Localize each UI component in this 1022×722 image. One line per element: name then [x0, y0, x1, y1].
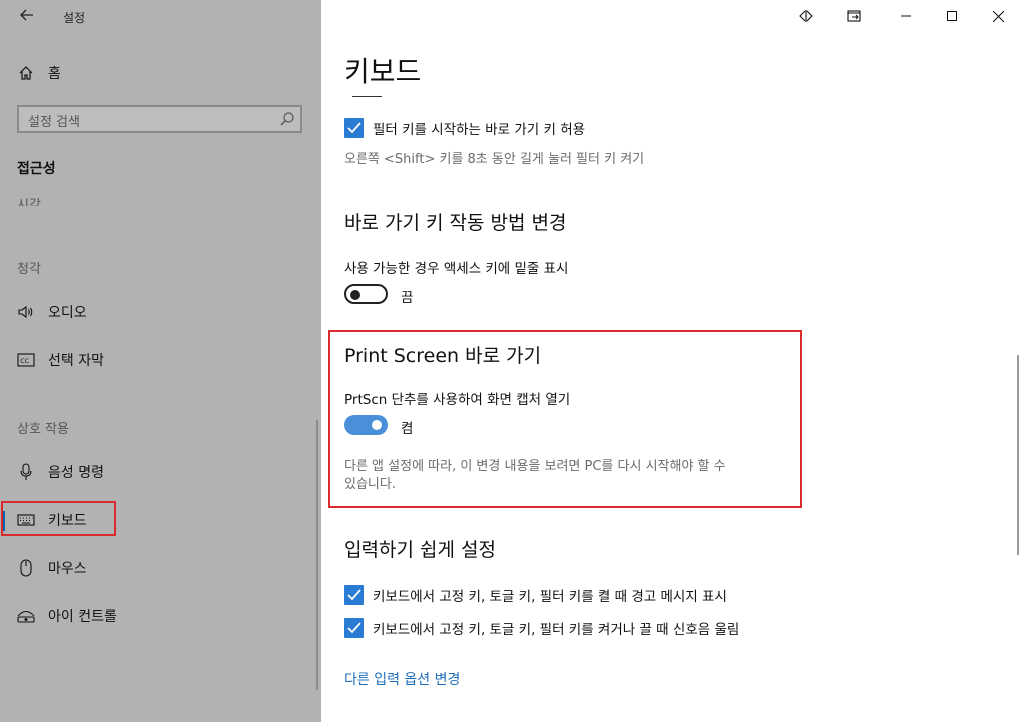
- close-button[interactable]: [974, 0, 1022, 32]
- maximize-icon: [947, 11, 957, 21]
- prtscn-label: PrtScn 단추를 사용하여 화면 캡처 열기: [344, 392, 571, 408]
- search-placeholder: 설정 검색: [28, 115, 80, 130]
- filter-keys-shortcut-checkbox[interactable]: 필터 키를 시작하는 바로 가기 키 허용: [344, 118, 585, 138]
- checkbox-checked[interactable]: [344, 118, 364, 138]
- print-screen-help-line2: 있습니다.: [344, 477, 396, 492]
- microphone-icon: [17, 463, 35, 481]
- search-icon[interactable]: [279, 111, 295, 127]
- print-screen-help-line1: 다른 앱 설정에 따라, 이 변경 내용을 보려면 PC를 다시 시작해야 할 …: [344, 459, 726, 474]
- sidebar-item-label: 오디오: [48, 305, 87, 321]
- sidebar-item-captions[interactable]: CC 선택 자막: [0, 338, 321, 382]
- sidebar-scrollbar[interactable]: [316, 420, 318, 690]
- close-icon: [992, 10, 1004, 22]
- compact-overlay-button[interactable]: [782, 0, 830, 32]
- app-title: 설정: [63, 11, 86, 25]
- sidebar-item-home[interactable]: 홈: [0, 51, 321, 95]
- window-snap-icon: [847, 10, 861, 22]
- svg-text:CC: CC: [20, 357, 30, 365]
- sidebar-item-mouse[interactable]: 마우스: [0, 546, 321, 590]
- checkmark-icon: [347, 622, 361, 634]
- highlight-box-keyboard: [1, 501, 116, 536]
- main-content: 키보드 필터 키를 시작하는 바로 가기 키 허용 오른쪽 <Shift> 키를…: [321, 0, 1022, 722]
- sidebar-item-label: 음성 명령: [48, 465, 104, 481]
- group-label-interaction: 상호 작용: [17, 422, 69, 437]
- underline-access-keys-label: 사용 가능한 경우 액세스 키에 밑줄 표시: [344, 261, 569, 277]
- toggle-knob: [372, 420, 382, 430]
- minimize-button[interactable]: [882, 0, 930, 32]
- sidebar-item-label: 아이 컨트롤: [48, 609, 117, 625]
- sidebar-item-speech[interactable]: 음성 명령: [0, 450, 321, 494]
- print-screen-section-title: Print Screen 바로 가기: [344, 345, 542, 367]
- compact-overlay-icon: [799, 10, 813, 22]
- minimize-icon: [901, 15, 911, 17]
- warning-message-checkbox[interactable]: 키보드에서 고정 키, 토글 키, 필터 키를 켤 때 경고 메시지 표시: [344, 585, 727, 605]
- typing-section-title: 입력하기 쉽게 설정: [344, 539, 496, 561]
- checkmark-icon: [347, 589, 361, 601]
- checkbox-label: 필터 키를 시작하는 바로 가기 키 허용: [373, 122, 586, 138]
- shortcut-section-title: 바로 가기 키 작동 방법 변경: [344, 212, 567, 234]
- underline-access-keys-toggle[interactable]: [344, 284, 388, 304]
- toggle-state-label: 끔: [401, 290, 414, 306]
- sidebar-item-label: 홈: [48, 66, 61, 82]
- toggle-knob: [350, 290, 360, 300]
- group-label-hearing: 청각: [17, 262, 41, 277]
- back-arrow-icon: [20, 9, 33, 21]
- speaker-icon: [17, 303, 35, 321]
- snap-button[interactable]: [830, 0, 878, 32]
- back-button[interactable]: [16, 6, 38, 28]
- filter-keys-help: 오른쪽 <Shift> 키를 8초 동안 길게 눌러 필터 키 켜기: [344, 152, 645, 167]
- group-label-vision: 시각: [17, 198, 41, 206]
- checkbox-checked[interactable]: [344, 618, 364, 638]
- eye-icon: [17, 607, 35, 625]
- checkbox-checked[interactable]: [344, 585, 364, 605]
- checkbox-label: 키보드에서 고정 키, 토글 키, 필터 키를 켤 때 경고 메시지 표시: [373, 589, 727, 605]
- sound-checkbox[interactable]: 키보드에서 고정 키, 토글 키, 필터 키를 켜거나 끌 때 신호음 울림: [344, 618, 739, 638]
- checkmark-icon: [347, 122, 361, 134]
- prtscn-toggle[interactable]: [344, 415, 388, 435]
- toggle-state-label: 켬: [401, 421, 414, 437]
- settings-search-input[interactable]: 설정 검색: [17, 105, 302, 133]
- divider: [352, 96, 382, 97]
- sidebar: 설정 홈 설정 검색 접근성 시각 청각 오디오 CC 선택 자막 상호 작용 …: [0, 0, 321, 722]
- main-scrollbar[interactable]: [1017, 355, 1019, 555]
- home-icon: [17, 64, 35, 82]
- sidebar-item-label: 선택 자막: [48, 353, 104, 369]
- sidebar-item-label: 마우스: [48, 561, 87, 577]
- sidebar-item-audio[interactable]: 오디오: [0, 290, 321, 334]
- mouse-icon: [17, 559, 35, 577]
- closed-caption-icon: CC: [17, 351, 35, 369]
- page-title: 키보드: [344, 55, 422, 88]
- maximize-button[interactable]: [928, 0, 976, 32]
- other-input-options-link[interactable]: 다른 입력 옵션 변경: [344, 669, 460, 689]
- section-title: 접근성: [17, 161, 56, 177]
- sidebar-item-eye-control[interactable]: 아이 컨트롤: [0, 594, 321, 638]
- checkbox-label: 키보드에서 고정 키, 토글 키, 필터 키를 켜거나 끌 때 신호음 울림: [373, 622, 740, 638]
